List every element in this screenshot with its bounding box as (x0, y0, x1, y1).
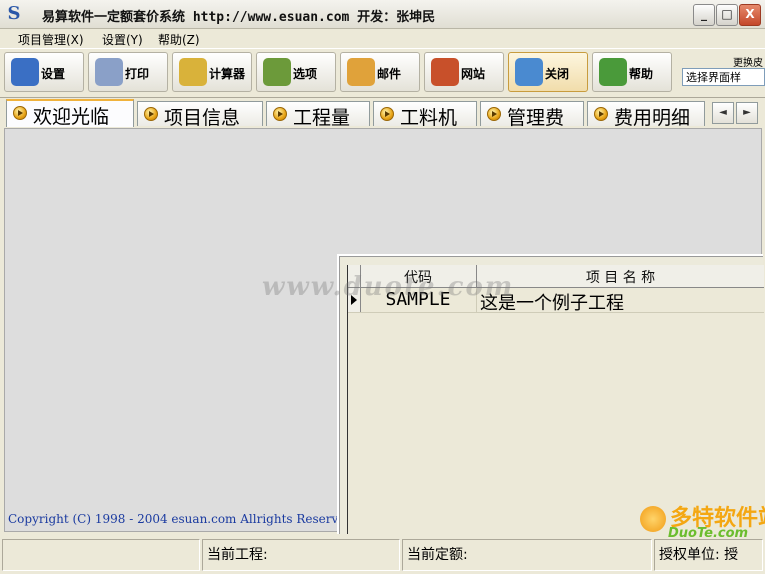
mail-icon (347, 58, 375, 86)
welcome-panel: Copyright (C) 1998 - 2004 esuan.com Allr… (4, 128, 764, 534)
menu-help[interactable]: 帮助(Z) (158, 31, 200, 48)
skin-label: 更换皮 (733, 58, 763, 69)
home-icon (431, 58, 459, 86)
tab-label: 管理费 (507, 107, 565, 129)
tab-welcome[interactable]: 欢迎光临 (6, 99, 134, 128)
status-current-quota: 当前定额: (402, 539, 652, 571)
help-button[interactable]: 帮助 (592, 52, 672, 92)
calculator-icon (179, 58, 207, 86)
tab-bullet-icon (594, 107, 608, 121)
calculator-button[interactable]: 计算器 (172, 52, 252, 92)
menu-bar: 项目管理(X) 设置(Y) 帮助(Z) (0, 29, 765, 47)
options-button[interactable]: 选项 (256, 52, 336, 92)
print-button[interactable]: 打印 (88, 52, 168, 92)
tab-bullet-icon (380, 107, 394, 121)
tab-bullet-icon (13, 106, 27, 120)
tab-label: 工程量 (293, 107, 351, 129)
help-book-icon (599, 58, 627, 86)
column-header-name[interactable]: 项 目 名 称 (477, 267, 764, 287)
settings-icon (11, 58, 39, 86)
title-bar[interactable]: S 易算软件一定额套价系统 http://www.esuan.com 开发：张坤… (0, 0, 765, 29)
tab-bullet-icon (487, 107, 501, 121)
project-grid: 代码 项 目 名 称 SAMPLE 这是一个例子工程 (347, 265, 764, 534)
menu-project-management[interactable]: 项目管理(X) (18, 31, 84, 48)
copyright-text: Copyright (C) 1998 - 2004 esuan.com Allr… (8, 512, 338, 526)
status-panel-empty (2, 539, 200, 571)
close-window-button[interactable]: X (739, 4, 761, 26)
skin-switcher: 更换皮 选择界面样 (680, 48, 765, 94)
mail-button-label: 邮件 (377, 67, 402, 81)
users-icon (263, 58, 291, 86)
close-button[interactable]: 关闭 (508, 52, 588, 92)
tab-cost-details[interactable]: 费用明细 (587, 101, 705, 126)
printer-icon (95, 58, 123, 86)
main-window: S 易算软件一定额套价系统 http://www.esuan.com 开发：张坤… (0, 0, 765, 574)
maximize-button[interactable]: □ (716, 4, 738, 26)
duote-logo-subtext: DuoTe.com (668, 526, 749, 541)
duote-logo: 多特软件站 DuoTe.com (640, 500, 765, 550)
options-button-label: 选项 (293, 67, 318, 81)
tab-labor-materials[interactable]: 工料机 (373, 101, 477, 129)
menu-settings[interactable]: 设置(Y) (102, 31, 143, 48)
tab-bullet-icon (144, 107, 158, 121)
tab-quantities[interactable]: 工程量 (266, 101, 370, 129)
status-current-project: 当前工程: (202, 539, 400, 571)
toolbar: 设置 打印 计算器 选项 邮件 网站 关闭 帮助 (0, 48, 765, 98)
tab-label: 项目信息 (164, 107, 241, 129)
website-button-label: 网站 (461, 67, 486, 81)
tab-management-fee[interactable]: 管理费 (480, 101, 584, 129)
app-logo-icon: S (7, 3, 21, 24)
tab-scroll-right-button[interactable]: ► (736, 102, 758, 124)
minimize-button[interactable]: _ (693, 4, 715, 26)
tab-label: 费用明细 (614, 107, 691, 126)
tab-scroll-left-button[interactable]: ◄ (712, 102, 734, 124)
monitor-close-icon (515, 58, 543, 86)
settings-button[interactable]: 设置 (4, 52, 84, 92)
tab-label: 欢迎光临 (33, 106, 110, 128)
calculator-button-label: 计算器 (209, 67, 246, 81)
window-title: 易算软件一定额套价系统 http://www.esuan.com 开发：张坤民 (42, 10, 436, 25)
tab-bullet-icon (273, 107, 287, 121)
duote-logo-icon (640, 506, 666, 532)
help-button-label: 帮助 (629, 67, 654, 81)
website-button[interactable]: 网站 (424, 52, 504, 92)
tab-project-info[interactable]: 项目信息 (137, 101, 263, 129)
skin-select[interactable]: 选择界面样 (682, 68, 765, 86)
close-button-label: 关闭 (545, 67, 570, 81)
tab-strip: 欢迎光临 项目信息 工程量 工料机 管理费 费用明细 (0, 99, 765, 129)
settings-button-label: 设置 (41, 67, 66, 81)
print-button-label: 打印 (125, 67, 150, 81)
mail-button[interactable]: 邮件 (340, 52, 420, 92)
tab-label: 工料机 (400, 107, 458, 129)
watermark-text: www.duote.com (262, 272, 515, 302)
